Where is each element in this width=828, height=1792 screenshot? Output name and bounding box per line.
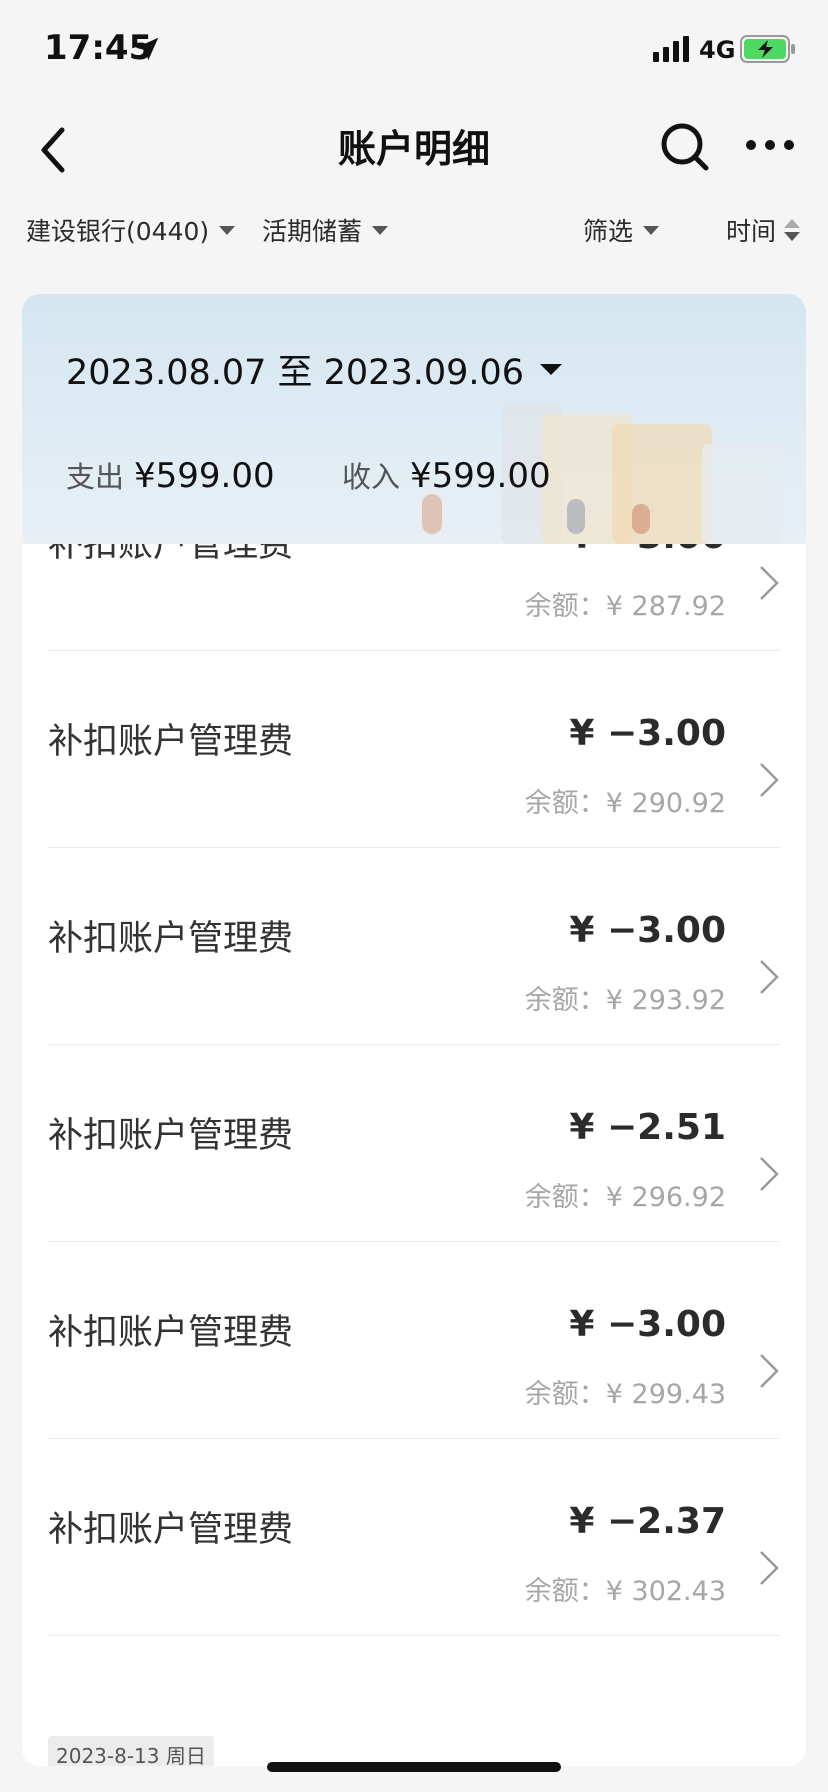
income-label: 收入 xyxy=(342,460,401,494)
decor-figure xyxy=(567,499,585,534)
transaction-title: 补扣账户管理费 xyxy=(48,1510,294,1550)
transaction-row[interactable]: 补扣账户管理费 ¥ −3.00 余额：¥ 293.92 xyxy=(48,848,780,1045)
transaction-balance: 余额：¥ 290.92 xyxy=(524,788,726,819)
transaction-title: 补扣账户管理费 xyxy=(48,919,294,959)
transaction-amount: ¥ −2.37 xyxy=(569,1501,726,1542)
transaction-amount: ¥ −3.00 xyxy=(569,713,726,754)
transaction-balance: 余额：¥ 293.92 xyxy=(524,985,726,1016)
bank-account-label: 建设银行(0440) xyxy=(26,217,210,246)
transaction-amount: ¥ −2.51 xyxy=(569,1107,726,1148)
dropdown-triangle-icon xyxy=(540,364,563,375)
transaction-title: 补扣账户管理费 xyxy=(48,1313,294,1353)
transaction-amount: ¥ −3.00 xyxy=(569,1304,726,1345)
transaction-balance: 余额：¥ 296.92 xyxy=(524,1182,726,1213)
decor-building xyxy=(702,444,782,544)
signal-bars-icon xyxy=(653,36,689,62)
battery-charging-icon xyxy=(740,35,795,63)
dropdown-triangle-icon xyxy=(219,225,236,235)
nav-bar: 账户明细 xyxy=(0,100,828,200)
expense-summary: 支出 ¥599.00 xyxy=(66,454,275,496)
transaction-row[interactable]: 补扣账户管理费 ¥ −3.00 余额：¥ 299.43 xyxy=(48,1242,780,1439)
decor-building xyxy=(612,424,712,544)
network-type: 4G xyxy=(699,36,736,64)
income-summary: 收入 ¥599.00 xyxy=(342,454,551,496)
chevron-right-icon xyxy=(760,1157,779,1191)
transaction-title: 补扣账户管理费 xyxy=(48,1116,294,1156)
decor-figure xyxy=(422,494,442,534)
transaction-row[interactable]: 补扣账户管理费 ¥ −3.00 余额：¥ 290.92 xyxy=(48,651,780,848)
chevron-right-icon xyxy=(760,763,779,797)
date-range-text: 2023.08.07 至 2023.09.06 xyxy=(66,353,525,393)
dropdown-triangle-icon xyxy=(372,225,389,235)
expense-amount: ¥599.00 xyxy=(134,456,275,496)
transaction-amount: ¥ −3.00 xyxy=(569,910,726,951)
filter-dropdown[interactable]: 筛选 xyxy=(583,212,660,248)
time-sort[interactable]: 时间 xyxy=(726,212,801,248)
transaction-row[interactable]: 补扣账户管理费 ¥ −2.37 余额：¥ 302.43 xyxy=(48,1439,780,1636)
home-indicator[interactable] xyxy=(267,1762,561,1772)
sort-arrows-icon xyxy=(784,218,801,242)
account-type-filter[interactable]: 活期储蓄 xyxy=(262,212,389,248)
income-amount: ¥599.00 xyxy=(410,456,551,496)
chevron-right-icon xyxy=(760,566,779,600)
transaction-row[interactable]: 补扣账户管理费 ¥ −2.51 余额：¥ 296.92 xyxy=(48,1045,780,1242)
account-type-label: 活期储蓄 xyxy=(262,217,363,246)
transaction-list: 补扣账户管理费 ¥ −3.00 余额：¥ 287.92 补扣账户管理费 ¥ −3… xyxy=(22,454,806,1636)
location-arrow-icon xyxy=(135,37,159,61)
time-sort-label: 时间 xyxy=(726,217,777,246)
filter-bar: 建设银行(0440) 活期储蓄 筛选 时间 xyxy=(0,200,828,260)
transaction-balance: 余额：¥ 302.43 xyxy=(524,1576,726,1607)
transaction-title: 补扣账户管理费 xyxy=(48,722,294,762)
bank-account-filter[interactable]: 建设银行(0440) xyxy=(26,212,236,248)
transaction-balance: 余额：¥ 299.43 xyxy=(524,1379,726,1410)
chevron-right-icon xyxy=(760,960,779,994)
transactions-card: 2023.08.07 至 2023.09.06 支出 ¥599.00 收入 ¥5… xyxy=(22,294,806,1766)
decor-figure xyxy=(632,504,650,534)
chevron-right-icon xyxy=(760,1551,779,1585)
summary-header: 2023.08.07 至 2023.09.06 支出 ¥599.00 收入 ¥5… xyxy=(22,294,806,544)
filter-label: 筛选 xyxy=(583,217,634,246)
status-bar: 17:45 4G xyxy=(0,0,828,100)
transaction-balance: 余额：¥ 287.92 xyxy=(524,591,726,622)
date-range-selector[interactable]: 2023.08.07 至 2023.09.06 xyxy=(66,344,563,395)
dropdown-triangle-icon xyxy=(643,225,660,235)
expense-label: 支出 xyxy=(66,460,125,494)
more-dots-icon[interactable] xyxy=(744,130,796,160)
date-group-label: 2023-8-13 周日 xyxy=(48,1736,214,1766)
chevron-right-icon xyxy=(760,1354,779,1388)
search-icon[interactable] xyxy=(656,118,712,174)
